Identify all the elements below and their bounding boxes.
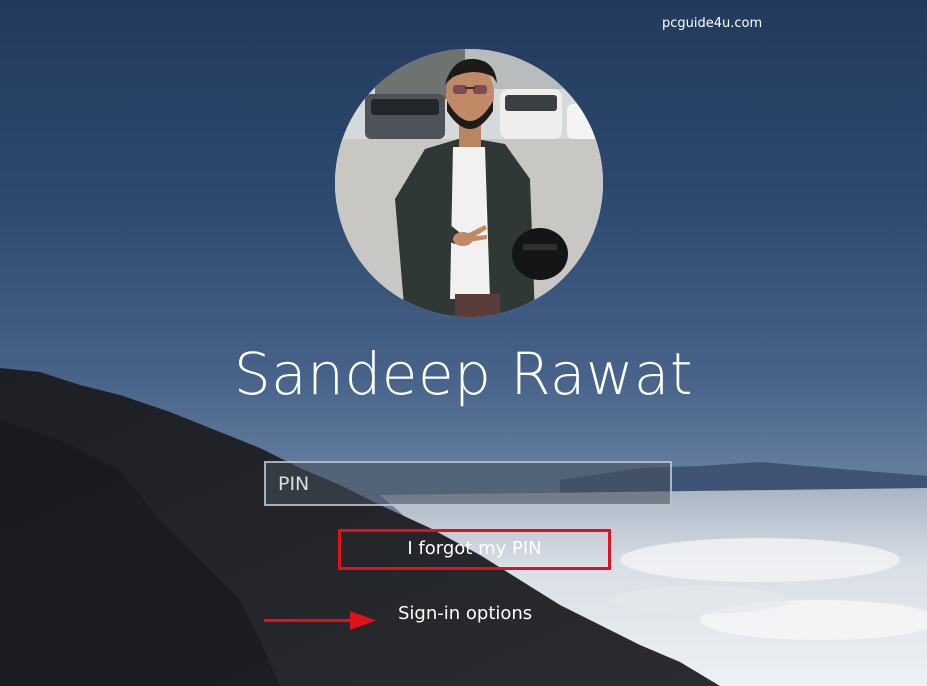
user-name: Sandeep Rawat [233, 340, 694, 408]
pointer-arrow-icon [264, 611, 376, 630]
pin-input[interactable] [264, 461, 672, 506]
signin-options-link[interactable]: Sign-in options [398, 603, 532, 624]
forgot-pin-link[interactable]: I forgot my PIN [338, 529, 611, 570]
watermark-text: pcguide4u.com [662, 16, 763, 31]
user-photo-icon [335, 49, 603, 317]
user-avatar [335, 49, 603, 317]
